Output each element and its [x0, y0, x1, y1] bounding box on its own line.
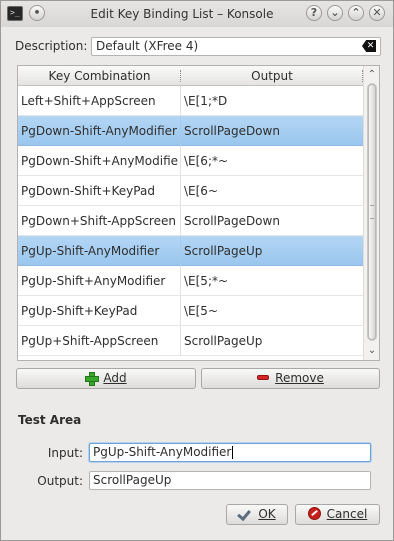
- test-output-value: ScrollPageUp: [93, 473, 172, 487]
- output-cell: \E[6;*~: [184, 154, 229, 168]
- cancel-button[interactable]: Cancel: [295, 504, 380, 525]
- description-input[interactable]: Default (XFree 4) ✕: [91, 37, 381, 56]
- maximize-button[interactable]: ⌃: [348, 5, 364, 21]
- scrollbar-grip-icon: [370, 205, 374, 219]
- key-combination-cell: Left+Shift+AppScreen: [21, 94, 156, 108]
- close-button[interactable]: ✕: [369, 5, 385, 21]
- cell-divider: [180, 266, 181, 296]
- cell-divider: [180, 86, 181, 116]
- column-header-key-combination[interactable]: Key Combination: [18, 69, 181, 83]
- cancel-icon: [307, 507, 321, 520]
- table-row[interactable]: PgUp-Shift+AnyModifier \E[5;*~: [18, 266, 363, 296]
- key-combination-cell: PgDown-Shift+KeyPad: [21, 184, 155, 198]
- remove-button-label: Remove: [275, 371, 324, 385]
- ok-button-label: OK: [258, 507, 276, 521]
- table-row[interactable]: PgDown-Shift-AnyModifier ScrollPageDown: [18, 116, 363, 146]
- plus-icon: [85, 371, 100, 386]
- table-row[interactable]: Left+Shift+AppScreen \E[1;*D: [18, 86, 363, 116]
- output-cell: ScrollPageDown: [184, 124, 280, 138]
- test-output-label: Output:: [37, 474, 83, 488]
- output-cell: ScrollPageDown: [184, 214, 280, 228]
- table-row[interactable]: PgUp-Shift-AnyModifier ScrollPageUp: [18, 236, 363, 266]
- cancel-button-label: Cancel: [326, 507, 368, 521]
- output-cell: ScrollPageUp: [184, 244, 263, 258]
- test-input-value: PgUp-Shift-AnyModifier: [93, 445, 232, 459]
- output-cell: \E[5~: [184, 304, 218, 318]
- description-label: Description:: [15, 39, 88, 53]
- cell-divider: [180, 146, 181, 176]
- test-input-field[interactable]: PgUp-Shift-AnyModifier: [89, 443, 371, 462]
- minimize-button[interactable]: ⌄: [327, 5, 343, 21]
- key-binding-table[interactable]: Key Combination Output Left+Shift+AppScr…: [17, 65, 380, 361]
- dialog-window: >_ • Edit Key Binding List – Konsole ? ⌄…: [0, 0, 394, 541]
- table-row[interactable]: PgDown-Shift+KeyPad \E[6~: [18, 176, 363, 206]
- checkmark-icon: [238, 508, 252, 520]
- add-button-label: Add: [103, 371, 127, 385]
- cell-divider: [180, 296, 181, 326]
- table-row[interactable]: PgDown-Shift+AnyModifier \E[6;*~: [18, 146, 363, 176]
- column-header-output[interactable]: Output: [181, 69, 363, 83]
- help-button[interactable]: ?: [306, 5, 322, 21]
- cell-divider: [180, 326, 181, 356]
- cell-divider: [180, 206, 181, 236]
- table-row[interactable]: PgUp+Shift-AppScreen ScrollPageUp: [18, 326, 363, 356]
- pin-button[interactable]: •: [29, 5, 45, 21]
- clear-text-icon[interactable]: ✕: [362, 40, 376, 52]
- table-row[interactable]: PgDown+Shift-AppScreen ScrollPageDown: [18, 206, 363, 236]
- output-cell: \E[1;*D: [184, 94, 228, 108]
- description-value: Default (XFree 4): [96, 39, 199, 53]
- minus-icon: [257, 375, 270, 380]
- scroll-down-arrow-icon[interactable]: ⌄: [364, 344, 379, 358]
- output-cell: ScrollPageUp: [184, 334, 263, 348]
- key-combination-cell: PgUp-Shift+AnyModifier: [21, 274, 166, 288]
- text-caret: [232, 446, 234, 459]
- add-button[interactable]: Add: [16, 368, 196, 389]
- cell-divider: [180, 116, 181, 146]
- remove-button[interactable]: Remove: [201, 368, 380, 389]
- scrollbar-track[interactable]: [367, 83, 377, 341]
- test-output-field[interactable]: ScrollPageUp: [89, 471, 371, 490]
- test-input-label: Input:: [47, 446, 83, 460]
- key-combination-cell: PgDown-Shift+AnyModifier: [21, 154, 179, 168]
- output-cell: \E[5;*~: [184, 274, 229, 288]
- table-header: Key Combination Output: [18, 66, 363, 86]
- scrollbar-thumb[interactable]: [368, 84, 376, 340]
- table-row[interactable]: PgUp-Shift+KeyPad \E[5~: [18, 296, 363, 326]
- output-cell: \E[6~: [184, 184, 218, 198]
- ok-button[interactable]: OK: [226, 504, 288, 525]
- key-combination-cell: PgUp-Shift+KeyPad: [21, 304, 138, 318]
- vertical-scrollbar[interactable]: ⌃ ⌄: [363, 66, 379, 360]
- cell-divider: [180, 236, 181, 266]
- key-combination-cell: PgDown-Shift-AnyModifier: [21, 124, 177, 138]
- konsole-app-icon[interactable]: >_: [7, 6, 23, 21]
- key-combination-cell: PgUp+Shift-AppScreen: [21, 334, 159, 348]
- title-bar[interactable]: >_ • Edit Key Binding List – Konsole ? ⌄…: [1, 1, 393, 27]
- test-area-title: Test Area: [18, 413, 82, 427]
- scroll-up-arrow-icon[interactable]: ⌃: [364, 68, 379, 82]
- window-title: Edit Key Binding List – Konsole: [90, 7, 274, 21]
- key-combination-cell: PgUp-Shift-AnyModifier: [21, 244, 160, 258]
- cell-divider: [180, 176, 181, 206]
- key-combination-cell: PgDown+Shift-AppScreen: [21, 214, 176, 228]
